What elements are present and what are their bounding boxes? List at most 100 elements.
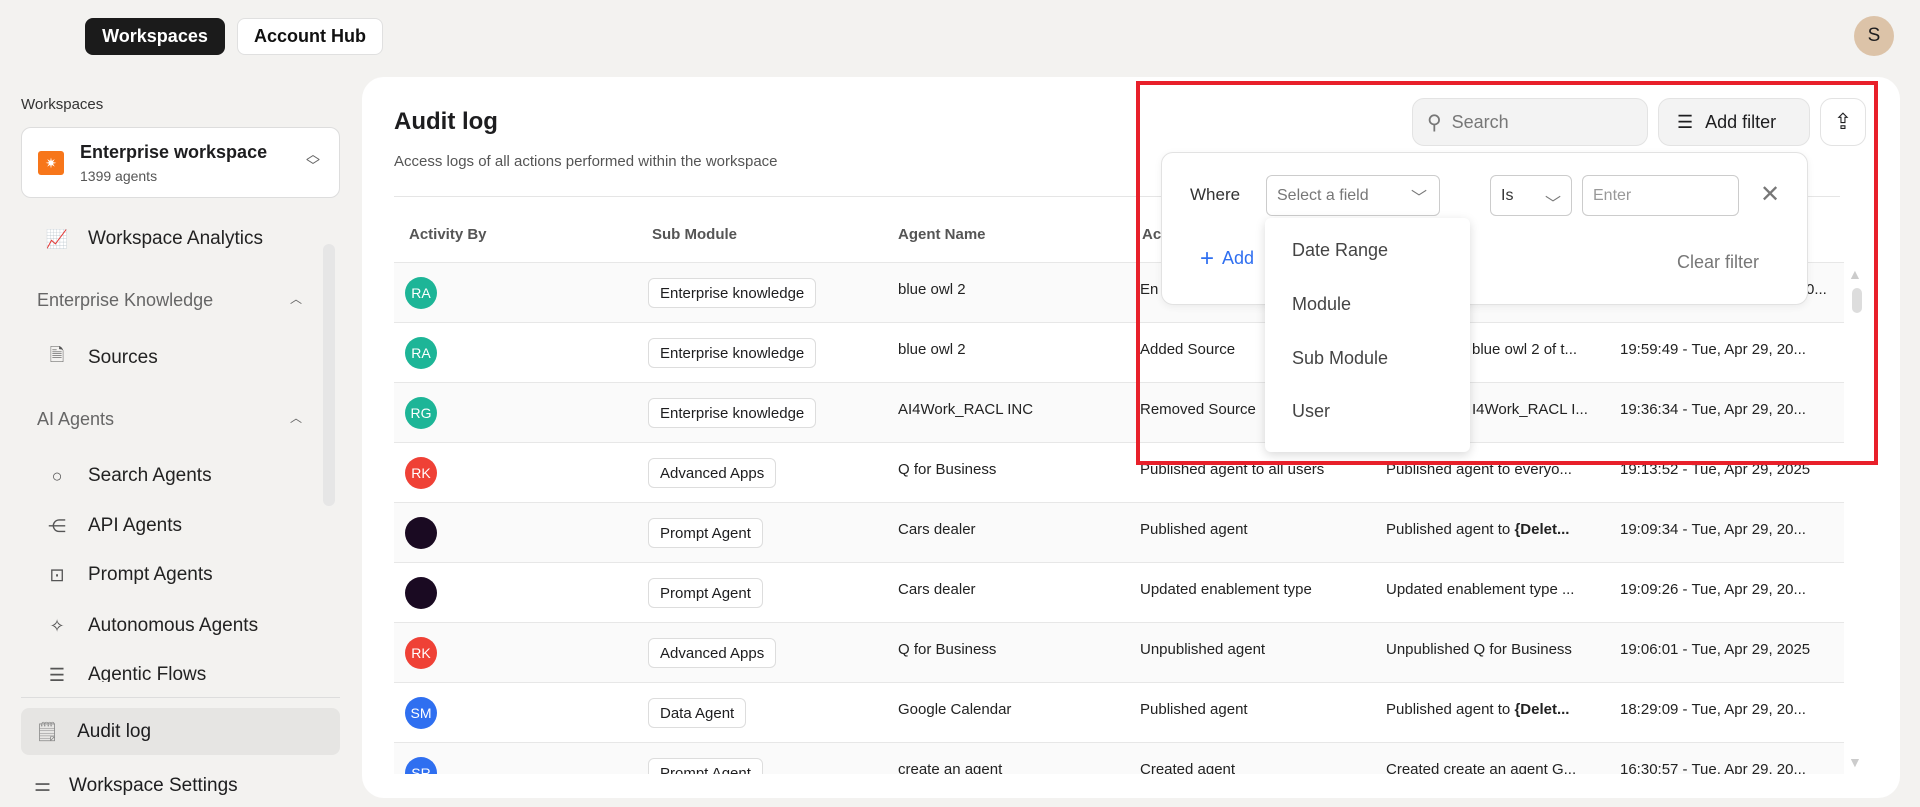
section-enterprise-knowledge[interactable]: Enterprise Knowledge ︿ xyxy=(37,290,302,311)
column-header-activity-by[interactable]: Activity By xyxy=(409,226,487,243)
description-bold: {Delet... xyxy=(1514,521,1570,538)
item-label: Workspace Analytics xyxy=(88,228,263,249)
sub-module-chip: Data Agent xyxy=(648,698,747,728)
table-row[interactable]: Prompt Agent Cars dealer Updated enablem… xyxy=(394,562,1844,622)
user-avatar xyxy=(405,577,437,609)
description-text: Updated enablement type ... xyxy=(1386,581,1575,598)
prompt-icon: ⊡ xyxy=(49,564,65,585)
sources-icon: 🗎 xyxy=(49,345,65,365)
item-label: Agentic Flows xyxy=(88,664,207,682)
user-avatar[interactable]: S xyxy=(1854,16,1894,56)
time-cell: 16:30:57 - Tue, Apr 29, 20... xyxy=(1620,761,1806,774)
sub-module-chip: Enterprise knowledge xyxy=(648,278,817,308)
action-cell: Unpublished agent xyxy=(1140,641,1266,658)
action-cell: Published agent xyxy=(1140,521,1248,538)
description-text: Created create an agent G... xyxy=(1386,761,1577,774)
user-avatar: RG xyxy=(405,397,437,429)
agent-name-cell: create an agent xyxy=(898,761,1003,774)
chevron-up-icon: ︿ xyxy=(289,292,302,306)
sidebar-item-prompt-agents[interactable]: ⊡ Prompt Agents xyxy=(46,564,213,586)
highlight-box xyxy=(1136,81,1878,465)
agent-name-cell: AI4Work_RACL INC xyxy=(898,401,1034,418)
sidebar-item-api-agents[interactable]: ⋲ API Agents xyxy=(46,515,182,537)
sub-module-chip: Prompt Agent xyxy=(648,758,763,774)
sub-module-chip: Prompt Agent xyxy=(648,518,763,548)
user-avatar: RK xyxy=(405,457,437,489)
divider xyxy=(21,697,340,698)
page-title: Audit log xyxy=(394,108,498,135)
sidebar-item-audit-log[interactable]: 🗒 Audit log xyxy=(21,708,340,755)
sparkles-icon: ✧ xyxy=(49,615,65,636)
agent-name-cell: blue owl 2 xyxy=(898,281,966,298)
table-row[interactable]: Prompt Agent Cars dealer Published agent… xyxy=(394,502,1844,562)
item-label: Audit log xyxy=(77,720,152,742)
agent-name-cell: Q for Business xyxy=(898,461,997,478)
sidebar-item-sources[interactable]: 🗎 Sources xyxy=(46,345,158,369)
workspace-selector[interactable]: ✷ Enterprise workspace 1399 agents ︿ ﹀ xyxy=(21,127,340,198)
time-cell: 19:09:26 - Tue, Apr 29, 20... xyxy=(1620,581,1806,598)
section-ai-agents[interactable]: AI Agents ︿ xyxy=(37,409,302,430)
sub-module-chip: Prompt Agent xyxy=(648,578,763,608)
sidebar-item-agentic-flows[interactable]: ☰ Agentic Flows xyxy=(46,664,206,682)
item-label: Search Agents xyxy=(88,465,212,486)
action-cell: Created agent xyxy=(1140,761,1236,774)
description-cell: Published agent to {Delet... xyxy=(1386,701,1569,718)
user-avatar: RA xyxy=(405,277,437,309)
sub-module-chip: Advanced Apps xyxy=(648,458,777,488)
user-avatar: RA xyxy=(405,337,437,369)
table-row[interactable]: RK Advanced Apps Q for Business Unpublis… xyxy=(394,622,1844,682)
item-label: Sources xyxy=(88,347,158,368)
description-cell: Published agent to {Delet... xyxy=(1386,521,1569,538)
api-icon: ⋲ xyxy=(48,515,66,536)
user-avatar xyxy=(405,517,437,549)
sub-module-chip: Advanced Apps xyxy=(648,638,777,668)
action-cell: Updated enablement type xyxy=(1140,581,1312,598)
column-header-agent-name[interactable]: Agent Name xyxy=(898,226,986,243)
description-text: Published agent to xyxy=(1386,521,1515,538)
account-hub-tab[interactable]: Account Hub xyxy=(237,18,383,55)
time-cell: 18:29:09 - Tue, Apr 29, 20... xyxy=(1620,701,1806,718)
time-cell: 19:06:01 - Tue, Apr 29, 2025 xyxy=(1620,641,1811,658)
time-cell: 19:09:34 - Tue, Apr 29, 20... xyxy=(1620,521,1806,538)
sub-module-chip: Enterprise knowledge xyxy=(648,398,817,428)
description-text: Unpublished Q for Business xyxy=(1386,641,1572,658)
user-avatar: RK xyxy=(405,637,437,669)
workspace-logo-icon: ✷ xyxy=(38,151,64,175)
analytics-icon: 📈 xyxy=(45,228,69,249)
audit-log-icon: 🗒 xyxy=(35,721,60,743)
column-header-sub-module[interactable]: Sub Module xyxy=(652,226,737,243)
section-label: AI Agents xyxy=(37,409,115,429)
agent-name-cell: Google Calendar xyxy=(898,701,1012,718)
description-cell: Unpublished Q for Business xyxy=(1386,641,1572,658)
sidebar-clip: ☰ Agentic Flows xyxy=(0,664,340,682)
workspaces-label: Workspaces xyxy=(21,96,104,113)
user-avatar: SM xyxy=(405,697,437,729)
scroll-down-icon[interactable]: ▼ xyxy=(1848,754,1862,770)
user-avatar: SR xyxy=(405,757,437,774)
item-label: Prompt Agents xyxy=(88,564,213,585)
chevron-up-icon: ︿ xyxy=(289,411,302,425)
description-bold: {Delet... xyxy=(1514,701,1570,718)
description-cell: Updated enablement type ... xyxy=(1386,581,1574,598)
flows-icon: ☰ xyxy=(48,664,66,683)
item-label: Autonomous Agents xyxy=(88,615,259,636)
sidebar-item-workspace-settings[interactable]: ⚌ Workspace Settings xyxy=(34,774,238,797)
description-text: Published agent to xyxy=(1386,701,1515,718)
table-row[interactable]: SR Prompt Agent create an agent Created … xyxy=(394,742,1844,774)
table-row[interactable]: SM Data Agent Google Calendar Published … xyxy=(394,682,1844,742)
page-subtitle: Access logs of all actions performed wit… xyxy=(394,153,778,170)
sidebar-item-autonomous-agents[interactable]: ✧ Autonomous Agents xyxy=(46,615,258,637)
sidebar-item-search-agents[interactable]: ○ Search Agents xyxy=(46,465,212,487)
agent-name-cell: Cars dealer xyxy=(898,521,976,538)
action-cell: Published agent xyxy=(1140,701,1248,718)
workspaces-tab[interactable]: Workspaces xyxy=(85,18,225,55)
sidebar-item-workspace-analytics[interactable]: 📈 Workspace Analytics xyxy=(46,228,263,250)
description-cell: Created create an agent G... xyxy=(1386,761,1576,774)
sidebar-scrollbar[interactable] xyxy=(323,244,335,506)
item-label: API Agents xyxy=(88,515,183,536)
expand-collapse-icon: ︿ ﹀ xyxy=(306,146,320,174)
workspace-agent-count: 1399 agents xyxy=(80,168,158,184)
item-label: Workspace Settings xyxy=(69,774,238,796)
search-icon: ○ xyxy=(51,465,63,486)
agent-name-cell: Q for Business xyxy=(898,641,997,658)
